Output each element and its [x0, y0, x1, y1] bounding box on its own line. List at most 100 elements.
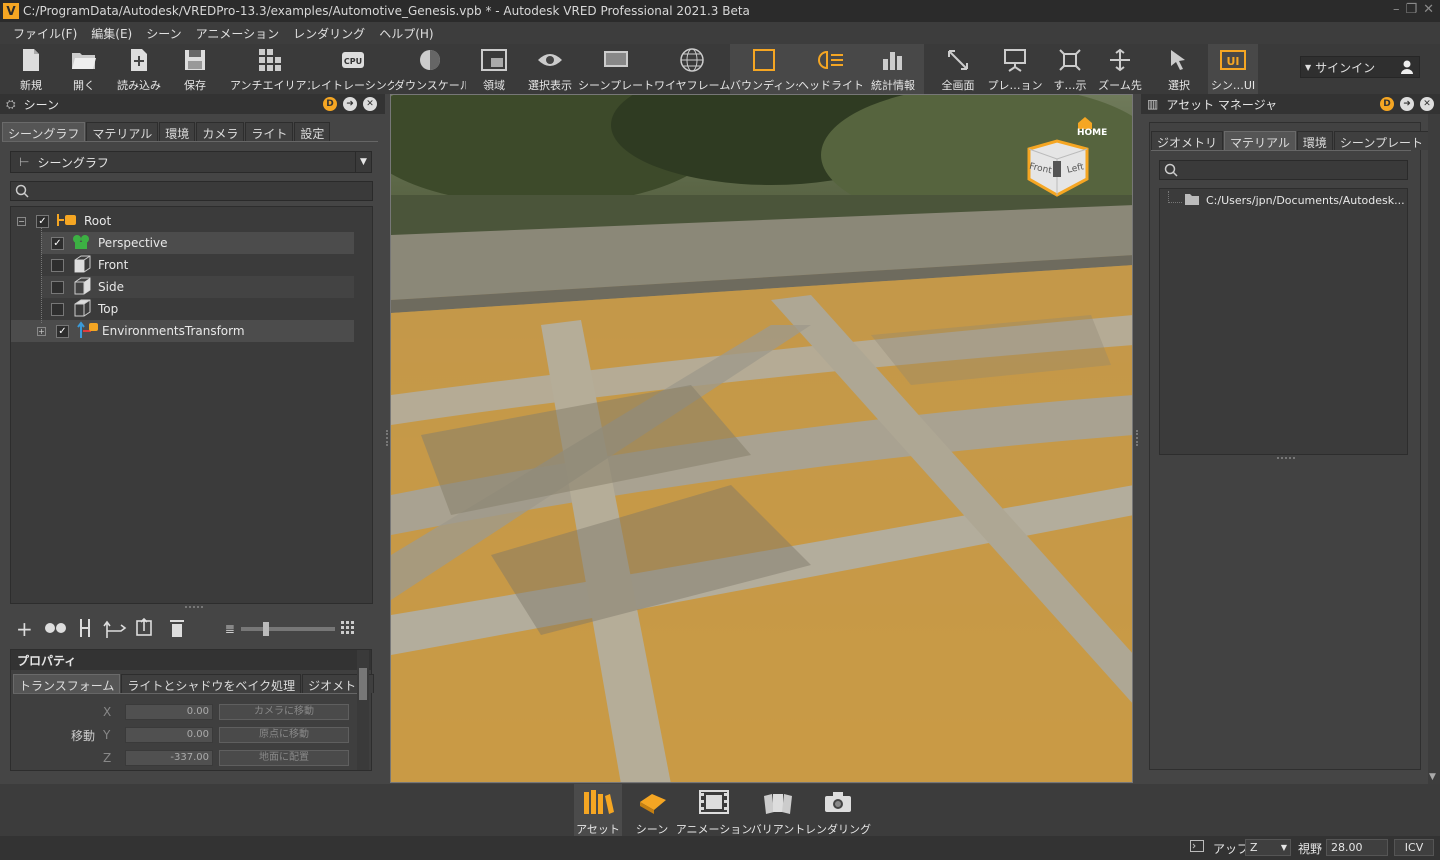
scroll-down-icon[interactable]: ▼ — [1429, 772, 1436, 782]
tab-light[interactable]: ライト — [245, 122, 294, 141]
dock-asset-button[interactable]: アセット — [574, 784, 622, 836]
tab-geometry[interactable]: ジオメトリ — [1151, 131, 1224, 150]
visibility-checkbox[interactable] — [51, 280, 64, 294]
sceneplate-button[interactable]: シーンプレート — [578, 44, 654, 94]
fov-field[interactable]: 28.00 — [1326, 839, 1388, 856]
left-splitter[interactable] — [386, 430, 388, 446]
ui-button[interactable]: UI シン…UI — [1208, 44, 1258, 94]
visibility-checkbox[interactable] — [51, 258, 64, 272]
headlight-button[interactable]: ヘッドライト — [798, 44, 862, 94]
visibility-checkbox[interactable] — [51, 302, 64, 316]
tab-settings[interactable]: 設定 — [294, 122, 331, 141]
minimize-icon[interactable]: – — [1393, 2, 1400, 17]
tree-row-root[interactable]: − ✓ Root — [11, 210, 354, 232]
show-all-button[interactable]: す…示 — [1044, 44, 1096, 94]
terminal-icon[interactable] — [1190, 840, 1204, 855]
move-to-origin-button[interactable]: 原点に移動 — [219, 727, 349, 743]
visibility-checkbox[interactable]: ✓ — [56, 324, 69, 338]
viewcube[interactable]: HOME Front Left — [1021, 111, 1107, 201]
list-view-icon[interactable]: ≣ — [225, 622, 235, 636]
slider-handle[interactable] — [262, 622, 269, 636]
expand-icon[interactable]: + — [37, 326, 46, 336]
undock-arrow-icon[interactable]: ➜ — [343, 97, 357, 111]
dock-d-icon[interactable]: D — [323, 97, 337, 111]
close-panel-icon[interactable]: ✕ — [1420, 97, 1434, 111]
close-panel-icon[interactable]: ✕ — [363, 97, 377, 111]
group-icon[interactable] — [44, 622, 67, 637]
scenegraph-dropdown[interactable]: ⊢ シーングラフ ▼ — [10, 151, 372, 173]
fullscreen-button[interactable]: 全画面 — [930, 44, 986, 94]
open-button[interactable]: 開く — [56, 44, 112, 94]
visibility-checkbox[interactable]: ✓ — [36, 214, 49, 228]
menu-help[interactable]: ヘルプ(H) — [372, 25, 440, 42]
tab-sceneplate[interactable]: シーンプレート — [1333, 131, 1429, 150]
tree-row-top[interactable]: Top — [41, 298, 354, 320]
tab-bake-light-shadow[interactable]: ライトとシャドウをベイク処理 — [121, 674, 302, 693]
tree-row-side[interactable]: Side — [41, 276, 354, 298]
icv-button[interactable]: ICV — [1394, 839, 1434, 856]
zoom-to-button[interactable]: ズーム先 — [1096, 44, 1144, 94]
menu-edit[interactable]: 編集(E) — [84, 25, 139, 42]
restore-icon[interactable]: ❐ — [1405, 2, 1417, 17]
selection-display-button[interactable]: 選択表示 — [522, 44, 578, 94]
select-button[interactable]: 選択 — [1150, 44, 1208, 94]
menu-scene[interactable]: シーン — [139, 25, 188, 42]
dock-d-icon[interactable]: D — [1380, 97, 1394, 111]
tab-environment[interactable]: 環境 — [159, 122, 196, 141]
split-icon[interactable] — [77, 618, 93, 641]
copy-node-icon[interactable] — [135, 617, 157, 642]
add-node-icon[interactable]: + — [16, 617, 33, 641]
tree-row-perspective[interactable]: ✓ Perspective — [41, 232, 354, 254]
tab-material[interactable]: マテリアル — [1224, 131, 1296, 150]
bounding-button[interactable]: バウンディング — [730, 44, 798, 94]
statistics-button[interactable]: 統計情報 — [862, 44, 924, 94]
dock-variant-button[interactable]: バリアント — [751, 784, 805, 836]
tab-camera[interactable]: カメラ — [196, 122, 245, 141]
up-axis-select[interactable]: Z ▼ — [1245, 839, 1291, 856]
asset-scrollbar[interactable]: ▼ — [1428, 114, 1440, 784]
properties-scrollbar[interactable] — [357, 650, 369, 770]
tab-environment[interactable]: 環境 — [1296, 131, 1333, 150]
visibility-checkbox[interactable]: ✓ — [51, 236, 64, 250]
dock-scene-button[interactable]: シーン — [628, 784, 676, 836]
close-icon[interactable]: ✕ — [1423, 2, 1434, 17]
import-button[interactable]: 読み込み — [112, 44, 166, 94]
splitter-handle[interactable] — [1277, 457, 1295, 459]
wireframe-button[interactable]: ワイヤフレーム — [654, 44, 730, 94]
save-button[interactable]: 保存 — [166, 44, 224, 94]
tab-scenegraph[interactable]: シーングラフ — [2, 122, 86, 141]
translate-y-field[interactable]: 0.00 — [125, 727, 213, 743]
region-button[interactable]: 領域 — [466, 44, 522, 94]
menu-file[interactable]: ファイル(F) — [6, 25, 84, 42]
antialias-button[interactable]: アンチエイリアス — [230, 44, 310, 94]
dock-animation-button[interactable]: アニメーション — [676, 784, 752, 836]
signin-dropdown[interactable]: ▼ サインイン — [1300, 56, 1420, 78]
tree-row-front[interactable]: Front — [41, 254, 354, 276]
place-on-ground-button[interactable]: 地面に配置 — [219, 750, 349, 766]
tree-row-environments-transform[interactable]: + ✓ EnvironmentsTransform — [11, 320, 354, 342]
undock-arrow-icon[interactable]: ➜ — [1400, 97, 1414, 111]
delete-icon[interactable] — [169, 618, 185, 641]
menu-animation[interactable]: アニメーション — [189, 25, 287, 42]
3d-viewport[interactable]: HOME Front Left — [390, 94, 1133, 783]
tab-material[interactable]: マテリアル — [86, 122, 159, 141]
dock-rendering-button[interactable]: レンダリング — [805, 784, 871, 836]
new-button[interactable]: 新規 — [6, 44, 56, 94]
asset-search-input[interactable] — [1159, 160, 1408, 180]
move-to-camera-button[interactable]: カメラに移動 — [219, 704, 349, 720]
menu-rendering[interactable]: レンダリング — [286, 25, 372, 42]
grid-view-icon[interactable] — [340, 620, 355, 638]
move-up-icon[interactable] — [103, 617, 127, 642]
tree-zoom-slider[interactable] — [240, 622, 335, 636]
splitter-handle[interactable] — [185, 606, 203, 608]
tab-transform[interactable]: トランスフォーム — [13, 674, 121, 693]
translate-z-field[interactable]: -337.00 — [125, 750, 213, 766]
scene-search-input[interactable] — [10, 181, 373, 201]
asset-folder-row[interactable]: C:/Users/jpn/Documents/Autodesk... — [1184, 189, 1405, 211]
translate-x-field[interactable]: 0.00 — [125, 704, 213, 720]
downscale-button[interactable]: ダウンスケール — [394, 44, 466, 94]
right-splitter[interactable] — [1136, 430, 1138, 446]
collapse-icon[interactable]: − — [17, 216, 26, 226]
presentation-button[interactable]: プレ…ョン — [986, 44, 1044, 94]
raytracing-button[interactable]: CPU レイトレーシング — [310, 44, 394, 94]
